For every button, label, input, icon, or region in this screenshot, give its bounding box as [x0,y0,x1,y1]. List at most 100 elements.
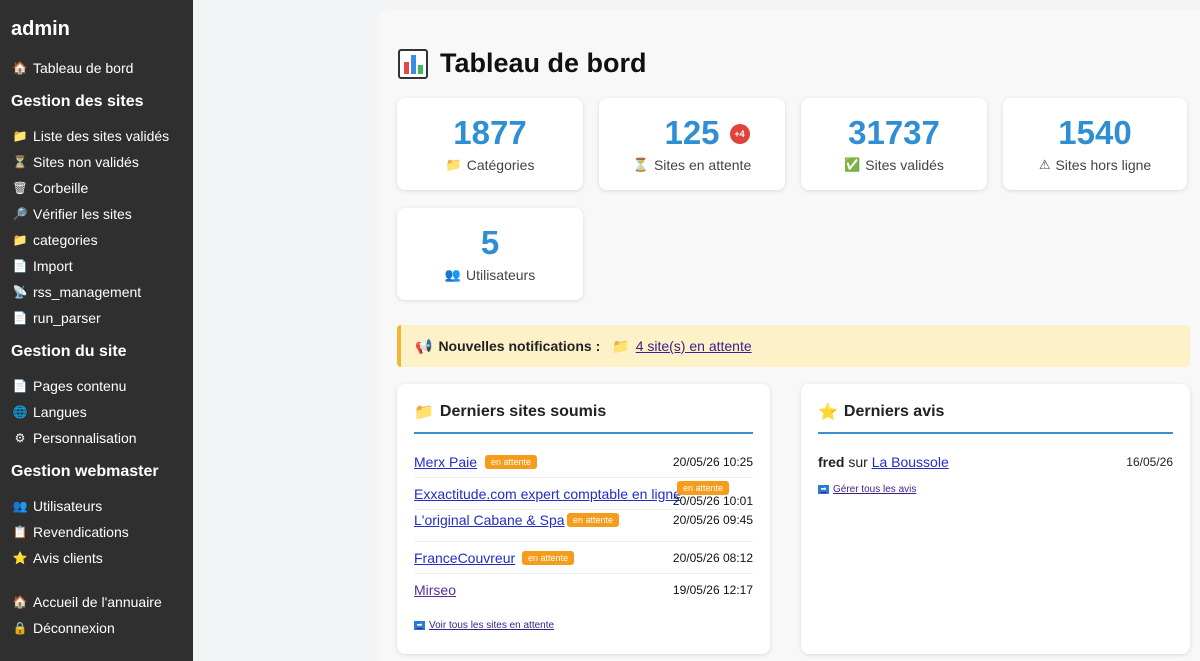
status-badge: en attente [522,551,575,565]
sidebar-item-label: Corbeille [33,180,89,196]
stat-value: 5 [480,224,500,261]
sidebar-item-content-pages[interactable]: 📄 Pages contenu [11,373,182,399]
stat-value: 125 [664,114,720,151]
document-icon: 📄 [12,311,28,325]
sidebar-item-validated-sites[interactable]: 📁 Liste des sites validés [11,123,182,149]
sidebar-item-label: Tableau de bord [33,60,134,76]
document-icon: 📄 [12,259,28,273]
sidebar-item-label: Accueil de l'annuaire [33,594,162,610]
list-item: FranceCouvreur en attente 20/05/26 08:12 [414,542,753,574]
sidebar-item-label: Avis clients [33,550,103,566]
page-title-text: Tableau de bord [440,48,647,78]
page-title: Tableau de bord [398,48,647,79]
sidebar-title: admin [11,18,70,40]
site-link[interactable]: FranceCouvreur [414,550,515,566]
stat-label: Catégories [466,157,535,173]
check-icon: ✅ [844,157,861,172]
notification-bar: 📢 Nouvelles notifications : 📁 4 site(s) … [397,325,1190,367]
link-text: Gérer tous les avis [833,484,917,495]
see-all-pending-link[interactable]: ➡ Voir tous les sites en attente [414,620,753,631]
list-item: Merx Paie en attente 20/05/26 10:25 [414,446,753,478]
stat-label: Sites hors ligne [1055,157,1152,173]
sidebar-item-logout[interactable]: 🔒 Déconnexion [11,615,182,641]
home-icon: 🏠 [12,595,28,609]
sidebar-item-languages[interactable]: 🌐 Langues [11,399,182,425]
review-date: 16/05/26 [1126,455,1173,469]
globe-icon: 🌐 [12,405,28,419]
sidebar-item-label: Revendications [33,524,129,540]
star-icon: ⭐ [818,404,838,421]
sidebar-item-check-sites[interactable]: 🔎 Vérifier les sites [11,201,182,227]
list-item: L'original Cabane & Spa en attente 20/05… [414,510,753,542]
sidebar-item-users[interactable]: 👥 Utilisateurs [11,493,182,519]
stat-card-categories[interactable]: 1877 📁 Catégories [397,98,583,190]
folder-icon: 📁 [12,129,28,143]
sidebar: admin 🏠 Tableau de bord Gestion des sites… [0,0,193,661]
sidebar-item-label: categories [33,232,98,248]
review-user: fred [818,454,845,470]
sidebar-item-label: Langues [33,404,87,420]
sidebar-item-import[interactable]: 📄 Import [11,253,182,279]
manage-reviews-link[interactable]: ➡ Gérer tous les avis [818,484,1173,495]
antenna-icon: 📡 [12,285,28,299]
sidebar-item-label: Personnalisation [33,430,137,446]
arrow-right-icon: ➡ [818,485,829,494]
megaphone-icon: 📢 [415,337,433,354]
submission-date: 20/05/26 10:01 [672,494,753,508]
stat-label: Utilisateurs [465,267,536,283]
sidebar-item-run-parser[interactable]: 📄 run_parser [11,305,182,331]
review-line: fred sur La Boussole [818,454,949,470]
stat-card-offline-sites[interactable]: 1540 ⚠ Sites hors ligne [1003,98,1187,190]
folder-icon: 📁 [612,337,630,354]
sidebar-item-categories[interactable]: 📁 categories [11,227,182,253]
stat-value: 1540 [1058,114,1132,151]
stat-card-pending-sites[interactable]: 125 +4 ⏳ Sites en attente [599,98,785,190]
recent-reviews-panel: ⭐ Derniers avis fred sur La Boussole 16/… [801,384,1190,654]
link-text: Voir tous les sites en attente [429,620,555,631]
review-separator: sur [848,454,868,470]
stat-card-validated-sites[interactable]: 31737 ✅ Sites validés [801,98,987,190]
recent-sites-panel: 📁 Derniers sites soumis Merx Paie en att… [397,384,770,654]
panel-title-text: Derniers sites soumis [439,403,607,420]
list-item: fred sur La Boussole 16/05/26 [818,446,1173,478]
site-link[interactable]: Merx Paie [414,454,477,470]
sidebar-item-pending-sites[interactable]: ⏳ Sites non validés [11,149,182,175]
folder-icon: 📁 [12,233,28,247]
warning-icon: ⚠ [1038,157,1051,172]
sidebar-item-dashboard[interactable]: 🏠 Tableau de bord [11,55,182,81]
submission-date: 20/05/26 10:25 [672,455,753,469]
sidebar-item-rss[interactable]: 📡 rss_management [11,279,182,305]
site-link[interactable]: L'original Cabane & Spa [414,512,565,528]
bar-chart-icon [398,48,428,79]
sidebar-item-label: Sites non validés [33,154,139,170]
folder-icon: 📁 [414,404,434,421]
arrow-right-icon: ➡ [414,621,425,630]
stat-card-users[interactable]: 5 👥 Utilisateurs [397,208,583,300]
site-link[interactable]: Mirseo [414,582,456,598]
list-item: Exxactitude.com expert comptable en lign… [414,478,753,510]
review-site-link[interactable]: La Boussole [872,454,949,470]
recent-reviews-title: ⭐ Derniers avis [818,402,1173,434]
star-icon: ⭐ [12,551,28,565]
sidebar-section-sites: Gestion des sites [11,93,144,110]
site-link[interactable]: Exxactitude.com expert comptable en lign… [414,486,681,502]
sidebar-item-reviews[interactable]: ⭐ Avis clients [11,545,182,571]
lock-icon: 🔒 [12,621,28,635]
submission-date: 20/05/26 08:12 [672,551,753,565]
sidebar-item-directory-home[interactable]: 🏠 Accueil de l'annuaire [11,589,182,615]
submission-date: 20/05/26 09:45 [672,513,753,527]
sidebar-item-claims[interactable]: 📋 Revendications [11,519,182,545]
sidebar-item-label: Import [33,258,73,274]
submission-date: 19/05/26 12:17 [672,583,753,597]
magnifier-icon: 🔎 [12,207,28,221]
recent-sites-list: Merx Paie en attente 20/05/26 10:25 Exxa… [414,446,753,606]
main-content: Tableau de bord 1877 📁 Catégories 125 +4 ⏳… [380,10,1200,661]
sidebar-item-customization[interactable]: ⚙ Personnalisation [11,425,182,451]
hourglass-icon: ⏳ [632,157,649,172]
hourglass-icon: ⏳ [12,155,28,169]
pending-sites-link[interactable]: 4 site(s) en attente [636,338,752,354]
notification-label: Nouvelles notifications : [438,338,601,354]
sidebar-item-label: Pages contenu [33,378,127,394]
sidebar-item-trash[interactable]: 🗑 Corbeille [11,175,182,201]
